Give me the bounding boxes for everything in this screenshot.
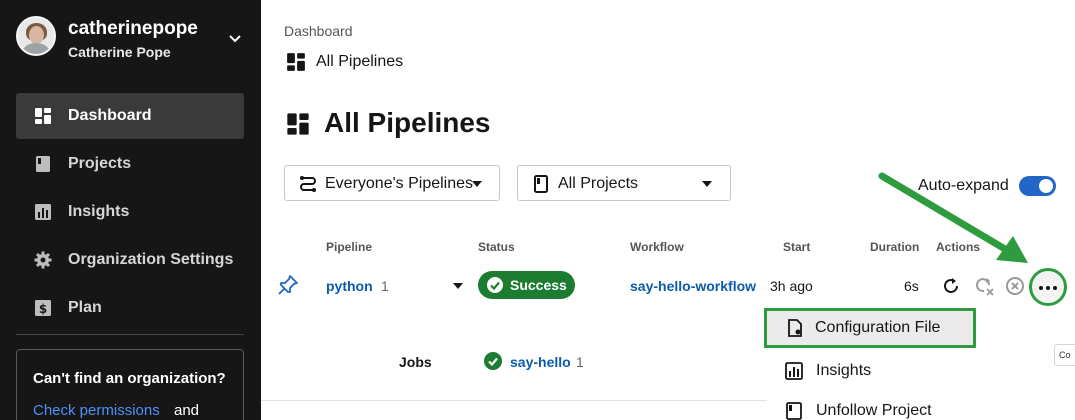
tooltip: Co — [1054, 344, 1075, 366]
pipeline-name-link[interactable]: python — [326, 278, 373, 294]
job-link[interactable]: say-hello — [510, 354, 571, 370]
pipelines-filter-value: Everyone's Pipelines — [325, 175, 474, 192]
status-label: Success — [510, 277, 567, 293]
sidebar-divider — [16, 334, 244, 335]
caret-down-icon — [472, 181, 482, 187]
projects-filter-select[interactable]: All Projects — [517, 165, 731, 201]
pin-icon[interactable] — [277, 274, 299, 296]
avatar — [16, 16, 56, 56]
dashboard-icon — [287, 53, 305, 71]
menu-item-unfollow-project[interactable]: Unfollow Project — [768, 392, 988, 420]
sidebar-item-plan[interactable]: $ Plan — [16, 285, 244, 331]
breadcrumb[interactable]: Dashboard — [284, 23, 353, 39]
dashboard-icon — [35, 108, 51, 124]
menu-item-configuration-file[interactable]: Configuration File — [764, 308, 976, 348]
sidebar-item-label: Projects — [68, 155, 132, 172]
user-full-name: Catherine Pope — [68, 44, 171, 60]
username: catherinepope — [68, 18, 198, 39]
job-number: 1 — [576, 354, 584, 370]
status-badge: Success — [478, 271, 575, 299]
page-title: All Pipelines — [324, 107, 491, 138]
actions-menu: Configuration File Insights Unfollow Pro… — [764, 306, 1068, 420]
menu-item-label: Insights — [816, 362, 872, 379]
dollar-icon: $ — [35, 300, 51, 316]
project-icon — [36, 156, 50, 172]
sidebar-item-label: Organization Settings — [68, 251, 234, 268]
expand-row-icon[interactable] — [453, 283, 463, 289]
pipeline-icon — [300, 176, 316, 192]
menu-item-label: Configuration File — [815, 319, 941, 336]
column-header-status: Status — [478, 240, 515, 254]
rerun-failed-icon — [976, 278, 994, 296]
tooltip-text: Co — [1059, 350, 1071, 360]
chevron-down-icon[interactable] — [227, 30, 243, 46]
row-divider — [261, 400, 767, 401]
sidebar-item-label: Dashboard — [68, 107, 152, 124]
project-icon — [786, 402, 802, 420]
breadcrumb-current-label: All Pipelines — [316, 53, 404, 70]
projects-filter-value: All Projects — [558, 175, 639, 192]
sidebar-item-projects[interactable]: Projects — [16, 141, 244, 187]
jobs-label: Jobs — [399, 354, 432, 370]
column-header-pipeline: Pipeline — [326, 240, 373, 254]
check-circle-icon — [487, 277, 503, 293]
insights-icon — [35, 204, 51, 220]
org-help-suffix: and — [174, 402, 200, 419]
sidebar-item-insights[interactable]: Insights — [16, 189, 244, 235]
duration: 6s — [904, 278, 919, 294]
org-help-card: Can't find an organization? Check permis… — [16, 349, 244, 420]
sidebar-item-label: Plan — [68, 299, 102, 316]
rerun-icon[interactable] — [942, 276, 962, 296]
check-permissions-link[interactable]: Check permissions — [33, 402, 160, 419]
menu-item-label: Unfollow Project — [816, 402, 932, 419]
sidebar: catherinepope Catherine Pope Dashboard P… — [0, 0, 261, 420]
dashboard-icon — [287, 113, 309, 135]
workflow-link[interactable]: say-hello-workflow — [630, 278, 756, 294]
file-settings-icon — [788, 319, 802, 337]
gear-icon — [34, 251, 52, 269]
org-help-title: Can't find an organization? — [33, 370, 226, 387]
pipeline-number: 1 — [381, 278, 389, 294]
annotation-arrow — [878, 172, 1028, 263]
start-time: 3h ago — [770, 278, 813, 294]
caret-down-icon — [702, 181, 712, 187]
menu-item-insights[interactable]: Insights — [768, 352, 988, 388]
column-header-start: Start — [783, 240, 811, 254]
cancel-icon — [1006, 277, 1024, 295]
check-circle-icon — [484, 352, 502, 370]
project-icon — [534, 175, 548, 193]
svg-text:$: $ — [39, 302, 47, 316]
column-header-workflow: Workflow — [630, 240, 684, 254]
sidebar-item-label: Insights — [68, 203, 130, 220]
sidebar-item-organization-settings[interactable]: Organization Settings — [16, 237, 244, 283]
sidebar-item-dashboard[interactable]: Dashboard — [16, 93, 244, 139]
pipelines-filter-select[interactable]: Everyone's Pipelines — [284, 165, 500, 201]
insights-icon — [785, 362, 803, 380]
user-switcher[interactable]: catherinepope Catherine Pope — [16, 16, 252, 60]
